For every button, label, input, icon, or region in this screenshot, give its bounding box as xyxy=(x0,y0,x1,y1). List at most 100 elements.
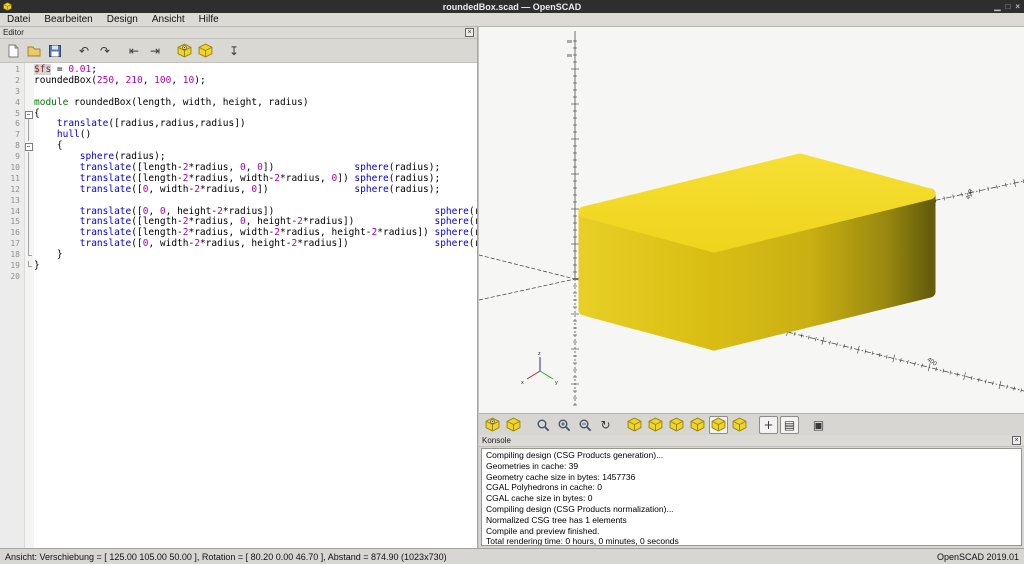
code-line-4[interactable]: 4 module roundedBox(length, width, height… xyxy=(0,97,477,109)
triad-x-label: x xyxy=(521,380,524,386)
code-line-7[interactable]: 7 hull() xyxy=(0,129,477,142)
fold-margin xyxy=(24,239,34,251)
code-text: translate([0, width-2*radius, 0]) sphere… xyxy=(79,183,441,195)
rendered-model xyxy=(578,153,936,351)
fold-margin xyxy=(24,261,34,272)
code-text: roundedBox(250, 210, 100, 10); xyxy=(34,74,206,86)
line-number: 14 xyxy=(10,206,20,216)
line-number: 1 xyxy=(15,65,20,74)
editor-panel: Editor × ↶ ↷ ⇤ ⇥ ↧ 1 $fs = 0.01; 2 roundedBox(2… xyxy=(0,27,477,548)
console-output[interactable]: Compiling design (CSG Products generatio… xyxy=(481,448,1022,546)
status-version: OpenSCAD 2019.01 xyxy=(936,551,1019,562)
line-number: 4 xyxy=(15,97,20,107)
fold-margin xyxy=(24,152,34,163)
code-line-12[interactable]: 12 translate([0, width-2*radius, 0]) sph… xyxy=(0,183,477,196)
axis-tick-label: 400 xyxy=(966,188,975,200)
line-number: 7 xyxy=(15,130,20,140)
code-text: translate([0, width-2*radius, height-2*r… xyxy=(79,238,477,250)
code-line-17[interactable]: 17 translate([0, width-2*radius, height-… xyxy=(0,238,477,251)
menu-design[interactable]: Design xyxy=(100,13,145,26)
line-number: 8 xyxy=(15,141,20,151)
line-number: 19 xyxy=(10,261,20,271)
code-line-2[interactable]: 2 roundedBox(250, 210, 100, 10); xyxy=(0,74,477,87)
view-center-button[interactable]: ▣ xyxy=(809,416,828,434)
console-close-icon[interactable]: × xyxy=(1012,436,1021,445)
fold-marker-icon[interactable] xyxy=(24,141,34,152)
console-line: CGAL Polyhedrons in cache: 0 xyxy=(486,482,602,493)
view-top-button[interactable] xyxy=(646,416,665,434)
code-text: } xyxy=(34,260,40,272)
console-line: Compiling design (CSG Products normaliza… xyxy=(486,503,674,514)
code-line-20[interactable]: 20 xyxy=(0,272,477,283)
menu-bearbeiten[interactable]: Bearbeiten xyxy=(37,13,99,26)
statusbar: Ansicht: Verschiebung = [ 125.00 105.00 … xyxy=(0,548,1024,564)
view-right-button[interactable] xyxy=(625,416,644,434)
fold-margin xyxy=(24,228,34,240)
preview-button[interactable] xyxy=(174,41,194,61)
code-line-18[interactable]: 18 } xyxy=(0,249,477,261)
titlebar: roundedBox.scad — OpenSCAD ▁ □ × xyxy=(0,0,1024,13)
redo-button[interactable]: ↷ xyxy=(95,41,115,61)
close-button[interactable]: × xyxy=(1015,0,1020,13)
reset-view-button[interactable]: ↻ xyxy=(596,416,615,434)
new-button[interactable] xyxy=(3,41,23,61)
console-line: Total rendering time: 0 hours, 0 minutes… xyxy=(486,536,679,546)
editor-panel-header: Editor × xyxy=(0,27,477,39)
fold-marker-icon[interactable] xyxy=(24,109,34,120)
zoom-out-button[interactable] xyxy=(575,416,594,434)
code-editor[interactable]: 1 $fs = 0.01; 2 roundedBox(250, 210, 100, 1… xyxy=(0,63,477,548)
fold-margin xyxy=(24,130,34,142)
console-line: Compiling design (CSG Products generatio… xyxy=(486,450,664,460)
console-line: Geometries in cache: 39 xyxy=(486,460,579,471)
console-line: CGAL cache size in bytes: 0 xyxy=(486,493,593,504)
render-button[interactable] xyxy=(195,41,215,61)
fold-margin xyxy=(24,206,34,218)
view-left-button[interactable] xyxy=(688,416,707,434)
line-number: 16 xyxy=(10,228,20,238)
menu-ansicht[interactable]: Ansicht xyxy=(145,13,192,26)
zoom-in-button[interactable] xyxy=(554,416,573,434)
line-number: 17 xyxy=(10,239,20,249)
export-stl-button[interactable]: ↧ xyxy=(224,41,244,61)
indent-button[interactable]: ⇥ xyxy=(145,41,165,61)
console-panel-header: Konsole × xyxy=(479,435,1024,447)
triad-y-label: y xyxy=(555,380,558,386)
window-title: roundedBox.scad — OpenSCAD xyxy=(442,1,582,12)
x-axis-negative xyxy=(479,254,576,280)
y-axis-negative xyxy=(479,278,576,301)
menu-datei[interactable]: Datei xyxy=(0,13,37,26)
view-bottom-button[interactable] xyxy=(667,416,686,434)
open-button[interactable] xyxy=(24,41,44,61)
console-line: Compile and preview finished. xyxy=(486,525,600,536)
fold-margin xyxy=(24,184,34,196)
line-number: 11 xyxy=(10,173,20,183)
line-number: 3 xyxy=(15,86,20,96)
save-button[interactable] xyxy=(45,41,65,61)
fold-margin xyxy=(24,65,34,76)
view-back-button[interactable] xyxy=(730,416,749,434)
fold-margin xyxy=(24,76,34,87)
viewport-3d[interactable]: 300400400 z x y xyxy=(479,27,1024,413)
console-line: Normalized CSG tree has 1 elements xyxy=(486,514,627,525)
fold-margin xyxy=(24,98,34,109)
viewport-toolbar: ↻ + ▤ ▣ xyxy=(479,413,1024,435)
fold-margin xyxy=(24,87,34,98)
show-axes-button[interactable]: + xyxy=(759,415,778,434)
unindent-button[interactable]: ⇤ xyxy=(124,41,144,61)
view-front-button[interactable] xyxy=(709,415,728,434)
line-number: 12 xyxy=(10,184,20,194)
maximize-button[interactable]: □ xyxy=(1005,0,1010,13)
line-number: 5 xyxy=(15,108,20,118)
show-scale-markers-button[interactable]: ▤ xyxy=(780,415,799,434)
preview-button[interactable] xyxy=(483,416,502,434)
minimize-button[interactable]: ▁ xyxy=(994,0,1000,13)
editor-close-icon[interactable]: × xyxy=(465,28,474,37)
status-view-info: Ansicht: Verschiebung = [ 125.00 105.00 … xyxy=(5,551,447,562)
code-line-19[interactable]: 19} xyxy=(0,260,477,272)
undo-button[interactable]: ↶ xyxy=(74,41,94,61)
menu-hilfe[interactable]: Hilfe xyxy=(192,13,226,26)
render-button[interactable] xyxy=(504,416,523,434)
zoom-all-button[interactable] xyxy=(533,416,552,434)
line-number: 15 xyxy=(10,217,20,227)
app-icon xyxy=(3,2,12,11)
